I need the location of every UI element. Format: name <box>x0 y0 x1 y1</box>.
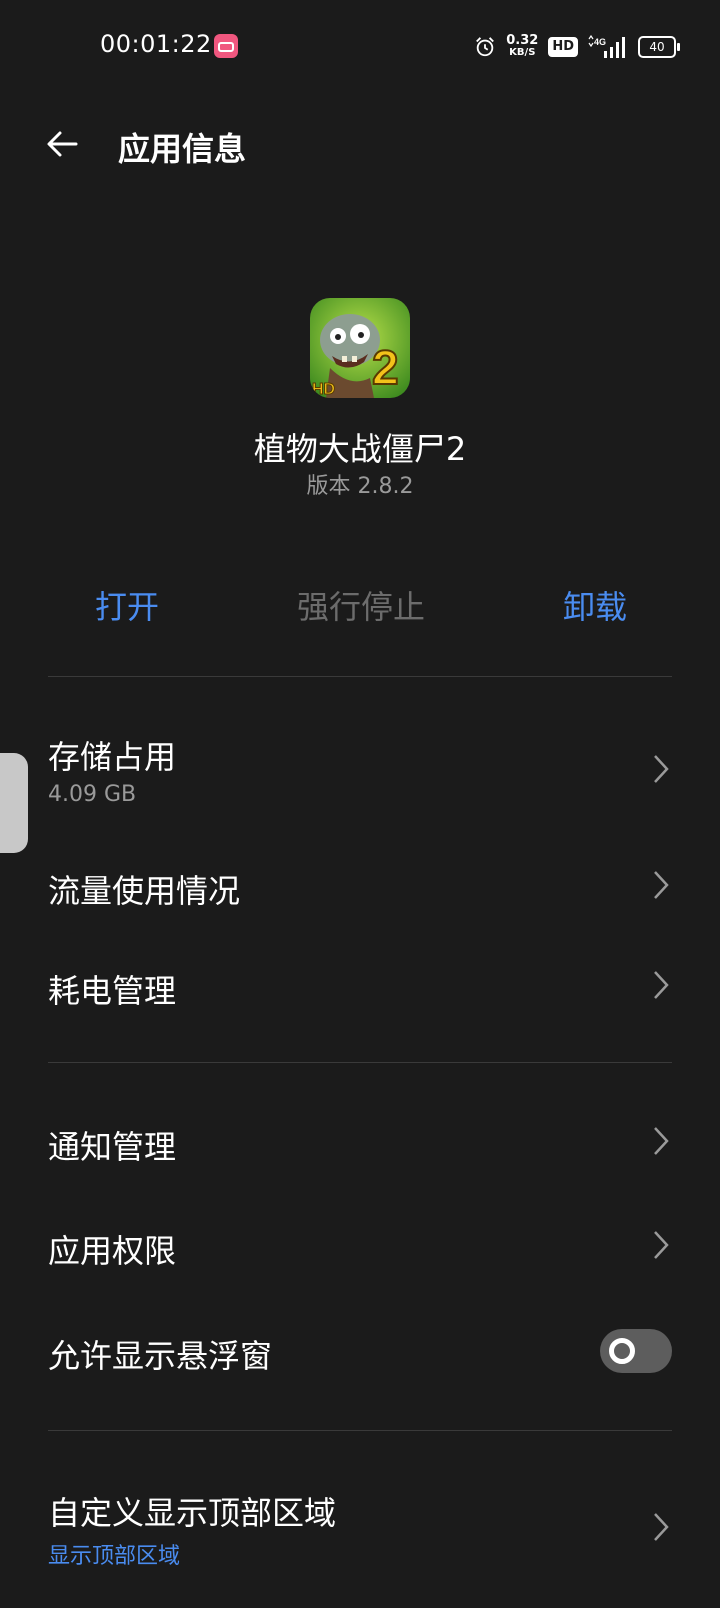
toggle-knob <box>609 1338 635 1364</box>
app-bar: 应用信息 <box>0 100 720 190</box>
permissions-row[interactable]: 应用权限 <box>0 1200 720 1290</box>
notification-title: 通知管理 <box>48 1128 177 1166</box>
chevron-right-icon <box>654 1127 669 1155</box>
signal-4g-icon: 4G <box>588 35 625 58</box>
divider <box>48 1430 672 1431</box>
notification-row[interactable]: 通知管理 <box>0 1096 720 1186</box>
chevron-right-icon <box>654 871 669 899</box>
uninstall-button[interactable]: 卸载 <box>563 582 627 628</box>
alarm-icon <box>476 37 495 57</box>
storage-row[interactable]: 存储占用 4.09 GB <box>0 700 720 820</box>
floating-window-title: 允许显示悬浮窗 <box>48 1337 273 1375</box>
status-icons: 0.32 KB/S HD 4G 40 <box>474 32 680 62</box>
top-area-row[interactable]: 自定义显示顶部区域 显示顶部区域 <box>0 1470 720 1580</box>
top-area-value: 显示顶部区域 <box>48 1544 181 1569</box>
hd-voice-icon: HD <box>548 37 578 57</box>
permissions-title: 应用权限 <box>48 1232 177 1270</box>
data-usage-row[interactable]: 流量使用情况 <box>0 840 720 930</box>
open-button[interactable]: 打开 <box>95 582 159 628</box>
divider <box>48 1062 672 1063</box>
chevron-right-icon <box>654 971 669 999</box>
side-panel-handle[interactable] <box>0 753 28 853</box>
floating-window-toggle[interactable] <box>600 1329 672 1373</box>
storage-title: 存储占用 <box>48 738 177 776</box>
svg-text:4G: 4G <box>594 37 606 47</box>
app-version: 版本 2.8.2 <box>306 474 414 499</box>
top-area-title: 自定义显示顶部区域 <box>48 1494 337 1532</box>
battery-icon: 40 <box>638 36 680 58</box>
arrow-left-icon[interactable] <box>40 122 84 166</box>
svg-text:2: 2 <box>372 342 399 395</box>
chevron-right-icon <box>654 755 669 783</box>
floating-window-row: 允许显示悬浮窗 <box>0 1305 720 1395</box>
bilibili-notification-icon <box>214 34 238 58</box>
divider <box>48 676 672 677</box>
network-speed: 0.32 KB/S <box>506 33 539 58</box>
chevron-right-icon <box>654 1513 669 1541</box>
app-icon: 2 HD <box>310 298 410 398</box>
battery-usage-title: 耗电管理 <box>48 972 177 1010</box>
storage-value: 4.09 GB <box>48 782 137 807</box>
battery-usage-row[interactable]: 耗电管理 <box>0 940 720 1030</box>
status-bar: 00:01:22 0.32 KB/S HD 4G 40 <box>0 0 720 92</box>
force-stop-button[interactable]: 强行停止 <box>297 582 425 628</box>
data-usage-title: 流量使用情况 <box>48 872 241 910</box>
chevron-right-icon <box>654 1231 669 1259</box>
app-actions: 打开 强行停止 卸载 <box>0 582 720 632</box>
svg-text:HD: HD <box>312 381 335 398</box>
app-name: 植物大战僵尸2 <box>253 430 467 468</box>
status-time: 00:01:22 <box>100 30 212 58</box>
page-title: 应用信息 <box>118 130 247 168</box>
